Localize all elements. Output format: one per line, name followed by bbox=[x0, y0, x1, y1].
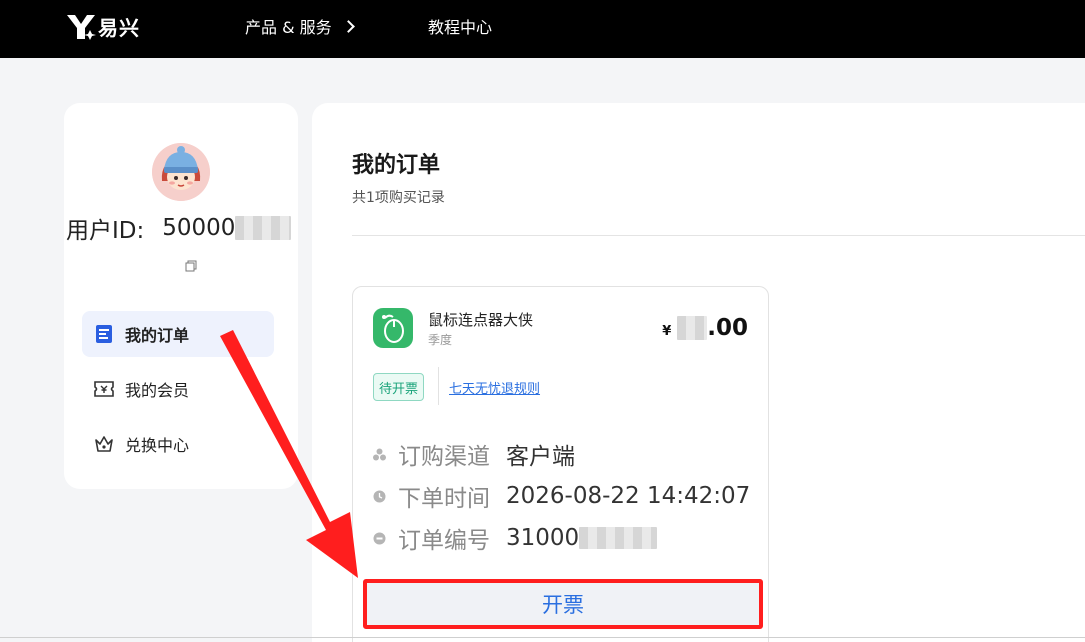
sidebar-item-label: 兑换中心 bbox=[125, 436, 190, 455]
info-value: 31000 bbox=[506, 525, 580, 551]
receipt-icon bbox=[94, 324, 114, 344]
channel-icon bbox=[373, 448, 386, 461]
order-card: 鼠标连点器大侠 季度 ¥ .00 待开票 七天无忧退规则 订购渠道 客户端 下单… bbox=[352, 286, 769, 642]
subscription-period: 季度 bbox=[428, 333, 453, 347]
ticket-icon bbox=[94, 379, 114, 399]
copy-icon[interactable] bbox=[185, 260, 197, 272]
chevron-right-icon bbox=[341, 19, 355, 33]
order-info-channel: 订购渠道 客户端 bbox=[373, 437, 575, 471]
logo[interactable]: 易兴 bbox=[66, 12, 140, 41]
page-title: 我的订单 bbox=[352, 153, 441, 178]
product-name: 鼠标连点器大侠 bbox=[428, 311, 534, 329]
currency-symbol: ¥ bbox=[662, 324, 672, 339]
crown-icon bbox=[94, 434, 114, 454]
clock-icon bbox=[373, 490, 386, 503]
sidebar-item-my-orders[interactable]: 我的订单 bbox=[82, 311, 274, 357]
order-price: ¥ .00 bbox=[662, 315, 748, 341]
mouse-icon bbox=[382, 314, 404, 343]
sidebar-item-label: 我的订单 bbox=[125, 326, 190, 345]
order-number-icon bbox=[373, 532, 386, 545]
info-value: 2026-08-22 14:42:07 bbox=[506, 483, 751, 509]
product-app-icon bbox=[373, 308, 413, 348]
price-decimals: .00 bbox=[707, 315, 748, 341]
order-number-redacted bbox=[579, 527, 658, 549]
user-id-value: 50000 bbox=[162, 215, 236, 241]
user-id-redacted bbox=[235, 216, 292, 240]
logo-mark-icon bbox=[67, 14, 96, 40]
avatar-girl-icon bbox=[152, 143, 210, 201]
divider bbox=[352, 235, 1085, 236]
price-redacted bbox=[677, 316, 708, 340]
purchase-record-count: 共1项购买记录 bbox=[352, 190, 445, 206]
sidebar-item-redeem-center[interactable]: 兑换中心 bbox=[82, 421, 274, 467]
divider bbox=[438, 367, 439, 405]
order-info-number: 订单编号 31000 bbox=[373, 521, 658, 555]
nav-tutorial-center[interactable]: 教程中心 bbox=[428, 14, 492, 38]
info-label: 订单编号 bbox=[398, 528, 490, 554]
sidebar: 用户ID: 50000 我的订单 我的会员 兑换中心 bbox=[64, 103, 298, 489]
user-id-label: 用户ID: bbox=[66, 218, 145, 244]
order-info-time: 下单时间 2026-08-22 14:42:07 bbox=[373, 479, 750, 513]
nav-tutorial-label: 教程中心 bbox=[428, 18, 493, 37]
logo-text: 易兴 bbox=[98, 16, 140, 40]
invoice-button[interactable]: 开票 bbox=[363, 579, 763, 629]
main-panel: 我的订单 共1项购买记录 鼠标连点器大侠 季度 ¥ .00 待开票 七天无忧退规… bbox=[312, 103, 1085, 642]
sidebar-item-my-membership[interactable]: 我的会员 bbox=[82, 366, 274, 412]
nav-products-label: 产品 & 服务 bbox=[245, 18, 332, 37]
status-badge: 待开票 bbox=[373, 373, 425, 401]
user-id: 用户ID: 50000 bbox=[66, 211, 292, 245]
info-label: 订购渠道 bbox=[398, 444, 490, 470]
divider bbox=[0, 637, 1085, 638]
sidebar-item-label: 我的会员 bbox=[125, 381, 190, 400]
refund-rule-link[interactable]: 七天无忧退规则 bbox=[449, 378, 540, 397]
nav-products-services[interactable]: 产品 & 服务 bbox=[245, 14, 355, 38]
top-nav-bar: 易兴 产品 & 服务 教程中心 bbox=[0, 0, 1085, 58]
info-value: 客户端 bbox=[506, 444, 575, 470]
info-label: 下单时间 bbox=[398, 486, 490, 512]
avatar[interactable] bbox=[152, 143, 210, 201]
